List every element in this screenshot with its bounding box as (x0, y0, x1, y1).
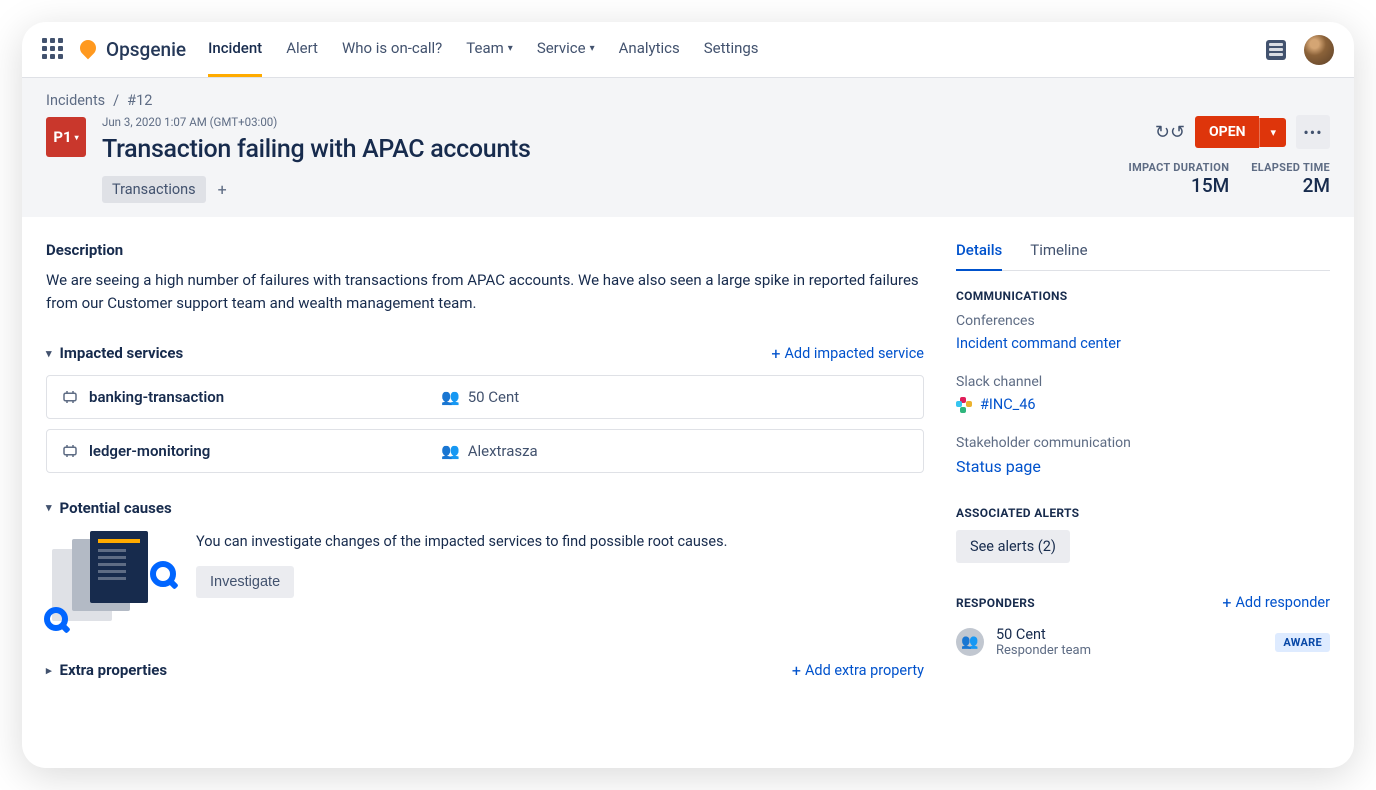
impact-duration-value: 15M (1129, 174, 1230, 197)
service-team: Alextrasza (468, 442, 538, 460)
slack-channel-label: Slack channel (956, 374, 1330, 390)
logo-text: Opsgenie (106, 38, 186, 61)
elapsed-time-value: 2M (1251, 174, 1330, 197)
aware-badge: AWARE (1275, 633, 1330, 652)
chevron-down-icon: ▾ (590, 43, 595, 54)
nav-tabs: Incident Alert Who is on-call? Team▾ Ser… (208, 22, 758, 77)
service-name: banking-transaction (89, 388, 224, 406)
more-actions-button[interactable]: ••• (1296, 115, 1330, 149)
main-content: Description We are seeing a high number … (46, 241, 924, 744)
slack-channel-link[interactable]: #INC_46 (980, 396, 1036, 413)
service-team: 50 Cent (468, 388, 520, 406)
service-row[interactable]: ledger-monitoring 👥 Alextrasza (46, 429, 924, 473)
nav-incident[interactable]: Incident (208, 22, 262, 77)
service-row[interactable]: banking-transaction 👥 50 Cent (46, 375, 924, 419)
tag-transactions[interactable]: Transactions (102, 176, 206, 203)
extra-properties-toggle[interactable]: ▸ Extra properties (46, 661, 167, 679)
page-header: Incidents / #12 P1▾ Jun 3, 2020 1:07 AM … (22, 78, 1354, 217)
service-name: ledger-monitoring (89, 442, 210, 460)
details-sidebar: Details Timeline COMMUNICATIONS Conferen… (956, 241, 1330, 744)
status-button[interactable]: OPEN ▾ (1195, 116, 1286, 148)
status-dropdown[interactable]: ▾ (1259, 118, 1286, 147)
opsgenie-icon (80, 40, 100, 60)
add-impacted-service-button[interactable]: + Add impacted service (771, 344, 924, 363)
breadcrumb-current: #12 (127, 92, 152, 109)
docs-icon[interactable] (1266, 40, 1286, 60)
status-page-link[interactable]: Status page (956, 457, 1330, 476)
plus-icon: + (771, 344, 780, 363)
chevron-right-icon: ▸ (46, 664, 52, 677)
responder-subtitle: Responder team (996, 643, 1091, 658)
associated-alerts-heading: ASSOCIATED ALERTS (956, 506, 1330, 520)
nav-service[interactable]: Service▾ (537, 22, 595, 77)
elapsed-time-label: ELAPSED TIME (1251, 161, 1330, 174)
nav-settings[interactable]: Settings (704, 22, 759, 77)
stakeholder-comm-label: Stakeholder communication (956, 435, 1330, 451)
breadcrumb-parent[interactable]: Incidents (46, 92, 105, 109)
plus-icon: + (1222, 593, 1231, 612)
sync-icon[interactable]: ↻↺ (1155, 122, 1185, 143)
tab-details[interactable]: Details (956, 241, 1002, 271)
service-icon (61, 388, 79, 406)
add-extra-property-button[interactable]: + Add extra property (792, 661, 924, 680)
communications-heading: COMMUNICATIONS (956, 289, 1330, 303)
slack-icon (956, 397, 972, 413)
description-heading: Description (46, 241, 924, 259)
top-nav: Opsgenie Incident Alert Who is on-call? … (22, 22, 1354, 78)
tab-timeline[interactable]: Timeline (1030, 241, 1087, 271)
investigate-button[interactable]: Investigate (196, 566, 294, 598)
chevron-down-icon: ▾ (508, 43, 513, 54)
conferences-label: Conferences (956, 313, 1330, 329)
plus-icon: + (792, 661, 801, 680)
nav-team[interactable]: Team▾ (466, 22, 513, 77)
chevron-down-icon: ▾ (46, 501, 52, 514)
see-alerts-button[interactable]: See alerts (2) (956, 530, 1070, 563)
nav-analytics[interactable]: Analytics (619, 22, 680, 77)
causes-text: You can investigate changes of the impac… (196, 531, 727, 553)
app-switcher-icon[interactable] (42, 38, 66, 62)
chevron-down-icon: ▾ (75, 133, 79, 142)
chevron-down-icon: ▾ (46, 347, 52, 360)
breadcrumb: Incidents / #12 (46, 92, 1330, 109)
service-icon (61, 442, 79, 460)
nav-oncall[interactable]: Who is on-call? (342, 22, 442, 77)
investigate-illustration (46, 531, 172, 627)
responder-row[interactable]: 👥 50 Cent Responder team AWARE (956, 626, 1330, 658)
team-icon: 👥 (441, 388, 460, 406)
description-text: We are seeing a high number of failures … (46, 269, 924, 316)
add-responder-button[interactable]: + Add responder (1222, 593, 1330, 612)
nav-alert[interactable]: Alert (286, 22, 318, 77)
team-icon: 👥 (441, 442, 460, 460)
team-avatar-icon: 👥 (956, 628, 984, 656)
add-tag-button[interactable]: + (214, 180, 231, 199)
priority-badge[interactable]: P1▾ (46, 117, 86, 157)
responders-heading: RESPONDERS (956, 596, 1035, 610)
impacted-services-toggle[interactable]: ▾ Impacted services (46, 344, 183, 362)
timestamp: Jun 3, 2020 1:07 AM (GMT+03:00) (102, 115, 531, 129)
profile-avatar[interactable] (1304, 35, 1334, 65)
potential-causes-toggle[interactable]: ▾ Potential causes (46, 499, 172, 517)
page-title: Transaction failing with APAC accounts (102, 135, 531, 164)
logo[interactable]: Opsgenie (80, 38, 186, 61)
impact-duration-label: IMPACT DURATION (1129, 161, 1230, 174)
responder-name: 50 Cent (996, 626, 1091, 643)
incident-command-center-link[interactable]: Incident command center (956, 335, 1330, 352)
